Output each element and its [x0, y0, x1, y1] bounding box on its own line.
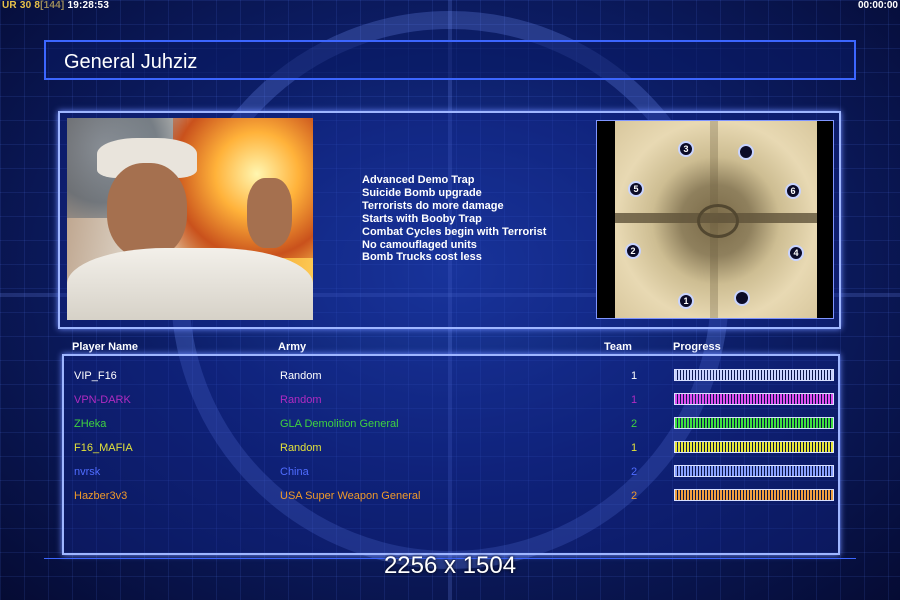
player-row: VIP_F16 Random 1 — [64, 364, 838, 388]
header-army: Army — [278, 341, 307, 353]
player-team: 2 — [630, 418, 638, 430]
player-row: Hazber3v3 USA Super Weapon General 2 — [64, 484, 838, 508]
player-row: VPN-DARK Random 1 — [64, 388, 838, 412]
bonus-item: Advanced Demo Trap — [362, 174, 475, 186]
player-roster: VIP_F16 Random 1 VPN-DARK Random 1 ZHeka… — [62, 354, 840, 555]
start-position-2[interactable]: 2 — [625, 243, 641, 259]
bonus-item: No camouflaged units — [362, 238, 477, 251]
player-army: Random — [280, 442, 322, 454]
bonus-item: Suicide Bomb upgrade — [362, 186, 482, 199]
start-position-3[interactable]: 3 — [678, 141, 694, 157]
player-team: 2 — [630, 490, 638, 502]
player-team: 1 — [630, 370, 638, 382]
hud-rank: UR 30 — [2, 0, 32, 11]
player-team: 2 — [630, 466, 638, 478]
start-position-6[interactable]: 6 — [785, 183, 801, 199]
player-name: ZHeka — [74, 418, 107, 430]
player-army: GLA Demolition General — [280, 418, 399, 430]
bonus-item: Starts with Booby Trap — [362, 212, 482, 225]
progress-bar — [674, 417, 834, 429]
player-name: F16_MAFIA — [74, 442, 133, 454]
header-player-name: Player Name — [72, 341, 139, 353]
progress-bar — [674, 369, 834, 381]
start-position-7[interactable] — [738, 144, 754, 160]
map-preview: 1 2 3 4 5 6 — [596, 120, 834, 319]
player-team: 1 — [630, 394, 638, 406]
start-position-8[interactable] — [734, 290, 750, 306]
resolution-watermark: 2256 x 1504 — [383, 552, 517, 579]
bonus-item: Combat Cycles begin with Terrorist — [362, 225, 547, 238]
progress-bar — [674, 441, 834, 453]
progress-bar — [674, 393, 834, 405]
hud-timer: 00:00:00 — [857, 0, 898, 11]
general-bonus-list: Advanced Demo Trap Suicide Bomb upgrade … — [362, 174, 546, 264]
player-name: VPN-DARK — [74, 394, 131, 406]
player-army: Random — [280, 370, 322, 382]
player-army: China — [280, 466, 309, 478]
hud-count: [144] — [40, 0, 65, 11]
bonus-item: Bomb Trucks cost less — [362, 251, 482, 264]
player-army: Random — [280, 394, 322, 406]
start-position-4[interactable]: 4 — [788, 245, 804, 261]
start-position-5[interactable]: 5 — [628, 181, 644, 197]
header-progress: Progress — [673, 341, 721, 353]
hud-clock: 19:28:53 — [67, 0, 110, 11]
title-bar: General Juhziz — [44, 40, 856, 80]
progress-bar — [674, 465, 834, 477]
header-team: Team — [604, 341, 632, 353]
general-title: General Juhziz — [64, 51, 198, 73]
player-row: nvrsk China 2 — [64, 460, 838, 484]
player-name: Hazber3v3 — [74, 490, 128, 502]
player-row: ZHeka GLA Demolition General 2 — [64, 412, 838, 436]
hud-status-left: UR 30 8[144] 19:28:53 — [2, 0, 109, 11]
player-team: 1 — [630, 442, 638, 454]
player-name: nvrsk — [74, 466, 101, 478]
player-name: VIP_F16 — [74, 370, 117, 382]
general-portrait — [67, 118, 313, 320]
start-position-1[interactable]: 1 — [678, 293, 694, 309]
progress-bar — [674, 489, 834, 501]
player-army: USA Super Weapon General — [280, 490, 421, 502]
bonus-item: Terrorists do more damage — [362, 199, 504, 212]
player-row: F16_MAFIA Random 1 — [64, 436, 838, 460]
